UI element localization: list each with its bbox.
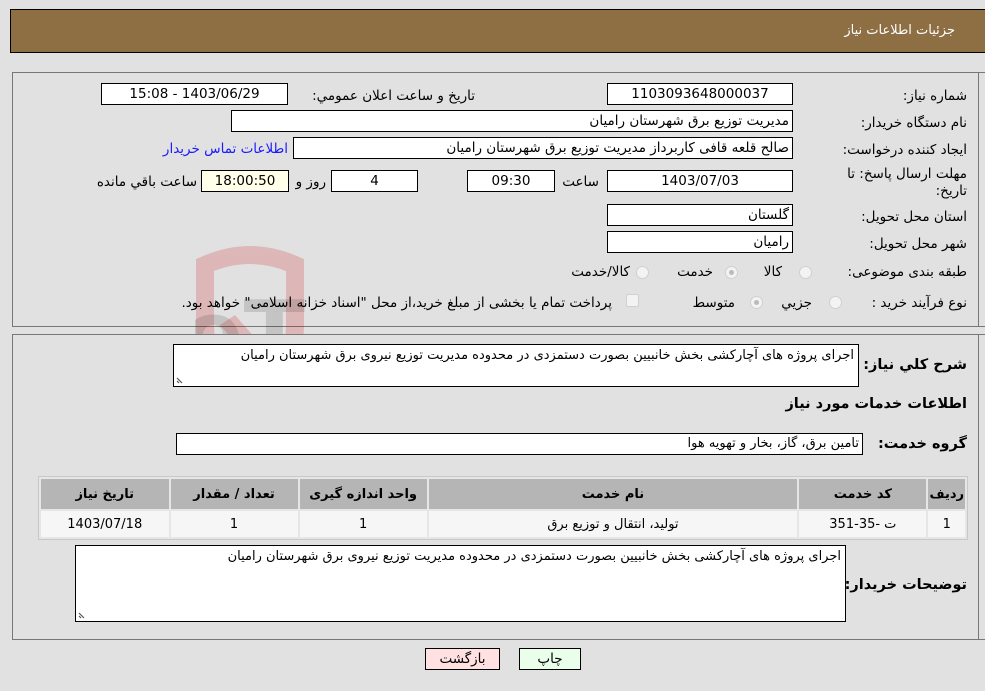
announce-datetime-field[interactable]: 1403/06/29 - 15:08 xyxy=(101,83,288,105)
requester-field[interactable]: صالح قلعه قافی کاربرداز مدیریت توزیع برق… xyxy=(293,137,793,159)
category-label: طبقه بندی موضوعی: xyxy=(847,264,967,280)
city-field[interactable]: رامیان xyxy=(607,231,793,253)
resize-grip-icon[interactable] xyxy=(176,375,185,384)
purchase-option-minor: جزيي xyxy=(781,295,812,311)
buyer-org-label: نام دستگاه خریدار: xyxy=(860,115,967,131)
col-header-quantity: تعداد / مقدار xyxy=(170,479,298,509)
deadline-time-field[interactable]: 09:30 xyxy=(467,170,555,192)
services-heading: اطلاعات خدمات مورد نياز xyxy=(785,396,967,412)
general-desc-textarea[interactable]: اجرای پروژه های آچارکشی بخش خانبیین بصور… xyxy=(173,344,859,387)
col-header-service-code: کد خدمت xyxy=(799,479,927,509)
category-radio-goods-service[interactable] xyxy=(636,266,649,279)
need-number-label: شماره نیاز: xyxy=(902,88,967,104)
col-header-need-date: تاریخ نیاز xyxy=(41,479,169,509)
category-option-goods: کالا xyxy=(763,264,782,280)
purchase-radio-minor[interactable] xyxy=(829,296,842,309)
col-header-row-number: ردیف xyxy=(928,479,965,509)
panel-border xyxy=(978,72,979,327)
buyer-notes-label: توضیحات خریدار: xyxy=(844,577,967,593)
print-button[interactable]: چاپ xyxy=(519,648,581,670)
col-header-service-name: نام خدمت xyxy=(428,479,798,509)
table-header-row: ردیف کد خدمت نام خدمت واحد اندازه گیری ت… xyxy=(41,479,965,509)
province-label: استان محل تحویل: xyxy=(861,209,967,225)
requester-label: ایجاد کننده درخواست: xyxy=(842,142,967,158)
category-option-service: خدمت xyxy=(677,264,713,280)
remaining-time-label: ساعت باقي مانده xyxy=(96,174,197,190)
deadline-date-field[interactable]: 1403/07/03 xyxy=(607,170,793,192)
page-title: جزئیات اطلاعات نیاز xyxy=(844,23,955,38)
cell-need-date: 1403/07/18 xyxy=(41,511,169,537)
cell-quantity: 1 xyxy=(170,511,298,537)
cell-service-name: تولید، انتقال و توزیع برق xyxy=(428,511,798,537)
service-group-label: گروه خدمت: xyxy=(877,436,967,452)
need-number-field[interactable]: 1103093648000037 xyxy=(607,83,793,105)
category-radio-service[interactable] xyxy=(725,266,738,279)
remaining-time-field[interactable]: 18:00:50 xyxy=(201,170,289,192)
cell-row-number: 1 xyxy=(928,511,965,537)
purchase-type-label: نوع فرآیند خرید : xyxy=(871,295,967,311)
category-radio-goods[interactable] xyxy=(799,266,812,279)
province-field[interactable]: گلستان xyxy=(607,204,793,226)
panel-border xyxy=(978,334,979,640)
back-button[interactable]: بازگشت xyxy=(425,648,500,670)
purchase-radio-medium[interactable] xyxy=(750,296,763,309)
buyer-contact-link[interactable]: اطلاعات تماس خریدار xyxy=(163,141,288,157)
general-desc-text: اجرای پروژه های آچارکشی بخش خانبیین بصور… xyxy=(240,348,854,363)
resize-grip-icon[interactable] xyxy=(78,610,87,619)
general-desc-label: شرح كلي نياز: xyxy=(863,357,967,373)
deadline-time-label: ساعت xyxy=(562,174,599,190)
deadline-label: مهلت ارسال پاسخ: تا xyxy=(847,166,967,182)
city-label: شهر محل تحویل: xyxy=(869,236,967,252)
days-label: روز و xyxy=(295,174,326,190)
buyer-notes-textarea[interactable]: اجرای پروژه های آچارکشی بخش خانبیین بصور… xyxy=(75,545,846,622)
services-table: ردیف کد خدمت نام خدمت واحد اندازه گیری ت… xyxy=(38,476,968,540)
treasury-note: پرداخت تمام یا بخشی از مبلغ خرید،از محل … xyxy=(181,295,612,311)
cell-unit: 1 xyxy=(299,511,427,537)
buyer-org-field[interactable]: مدیریت توزیع برق شهرستان رامیان xyxy=(231,110,793,132)
deadline-label-line2: تاریخ: xyxy=(935,183,967,199)
purchase-option-medium: متوسط xyxy=(692,295,735,311)
remaining-days-field[interactable]: 4 xyxy=(331,170,418,192)
col-header-unit: واحد اندازه گیری xyxy=(299,479,427,509)
page-header: جزئیات اطلاعات نیاز xyxy=(10,9,985,53)
category-option-goods-service: کالا/خدمت xyxy=(571,264,630,280)
service-group-field[interactable]: تامین برق، گاز، بخار و تهویه هوا xyxy=(176,433,863,455)
announce-datetime-label: تاریخ و ساعت اعلان عمومي: xyxy=(312,88,475,104)
buyer-notes-text: اجرای پروژه های آچارکشی بخش خانبیین بصور… xyxy=(227,549,841,564)
cell-service-code: ت -35-351 xyxy=(799,511,927,537)
treasury-checkbox[interactable] xyxy=(626,294,639,307)
table-row: 1 ت -35-351 تولید، انتقال و توزیع برق 1 … xyxy=(41,511,965,537)
